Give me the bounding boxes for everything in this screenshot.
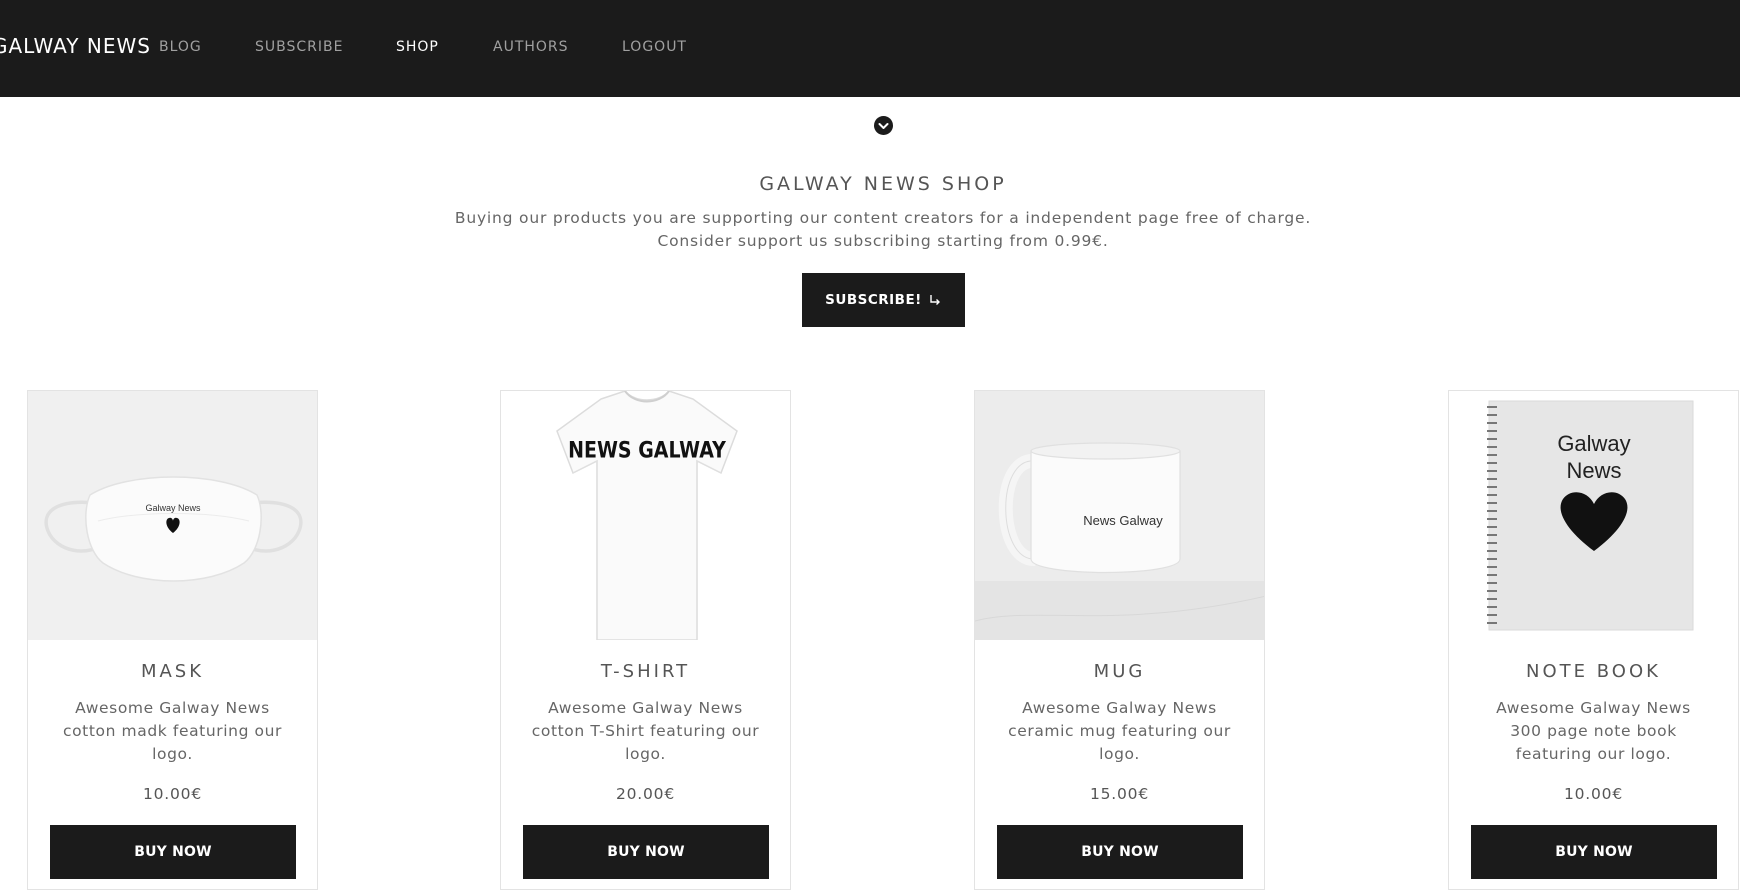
product-image-tshirt: NEWS GALWAY (501, 391, 790, 640)
nav-link-authors[interactable]: AUTHORS (493, 39, 569, 55)
brand-logo[interactable]: GALWAY NEWS (0, 34, 151, 58)
buy-now-button[interactable]: BUY NOW (50, 825, 296, 879)
mug-print-text: News Galway (1083, 513, 1163, 528)
tshirt-print-text: NEWS GALWAY (568, 437, 727, 463)
product-price: 10.00€ (1563, 785, 1624, 803)
product-description: Awesome Galway News cotton madk featurin… (62, 699, 283, 763)
chevron-down-icon[interactable] (874, 116, 893, 135)
product-image-mug: News Galway (975, 391, 1264, 640)
buy-now-button[interactable]: BUY NOW (523, 825, 769, 879)
product-price: 10.00€ (142, 785, 203, 803)
product-price: 15.00€ (1089, 785, 1150, 803)
subscribe-button[interactable]: SUBSCRIBE! (802, 273, 965, 327)
notebook-print-line-2: News (1566, 458, 1621, 483)
product-card-mask: Galway News MASK Awesome Galway News cot… (27, 390, 318, 890)
product-card-mug: News Galway MUG Awesome Galway News cera… (974, 390, 1265, 890)
product-card-tshirt: NEWS GALWAY T-SHIRT Awesome Galway News … (500, 390, 791, 890)
buy-now-button[interactable]: BUY NOW (997, 825, 1243, 879)
return-arrow-icon (930, 295, 940, 305)
product-name: MASK (140, 661, 205, 682)
subscribe-button-label: SUBSCRIBE! (825, 292, 922, 308)
shop-title: GALWAY NEWS SHOP (759, 173, 1007, 195)
product-description: Awesome Galway News 300 page note book f… (1496, 699, 1691, 763)
product-name: NOTE BOOK (1526, 661, 1661, 682)
top-navbar: GALWAY NEWS BLOG SUBSCRIBE SHOP AUTHORS … (0, 0, 1740, 97)
product-description: Awesome Galway News ceramic mug featurin… (1008, 699, 1231, 763)
product-name: MUG (1093, 661, 1146, 682)
shop-description-line-1: Buying our products you are supporting o… (454, 209, 1312, 227)
notebook-print-line-1: Galway (1557, 431, 1630, 456)
product-name: T-SHIRT (600, 661, 691, 682)
shop-description-line-2: Consider support us subscribing starting… (657, 232, 1109, 250)
product-price: 20.00€ (615, 785, 676, 803)
nav-link-subscribe[interactable]: SUBSCRIBE (255, 39, 343, 55)
product-description: Awesome Galway News cotton T-Shirt featu… (531, 699, 760, 763)
nav-link-shop[interactable]: SHOP (396, 39, 439, 55)
product-card-notebook: Galway News NOTE BOOK Awesome Galway New… (1448, 390, 1739, 890)
buy-now-button[interactable]: BUY NOW (1471, 825, 1717, 879)
product-image-mask: Galway News (28, 391, 317, 640)
mask-print-text: Galway News (145, 503, 201, 513)
nav-link-blog[interactable]: BLOG (159, 39, 202, 55)
product-image-notebook: Galway News (1449, 391, 1738, 640)
nav-link-logout[interactable]: LOGOUT (622, 39, 687, 55)
